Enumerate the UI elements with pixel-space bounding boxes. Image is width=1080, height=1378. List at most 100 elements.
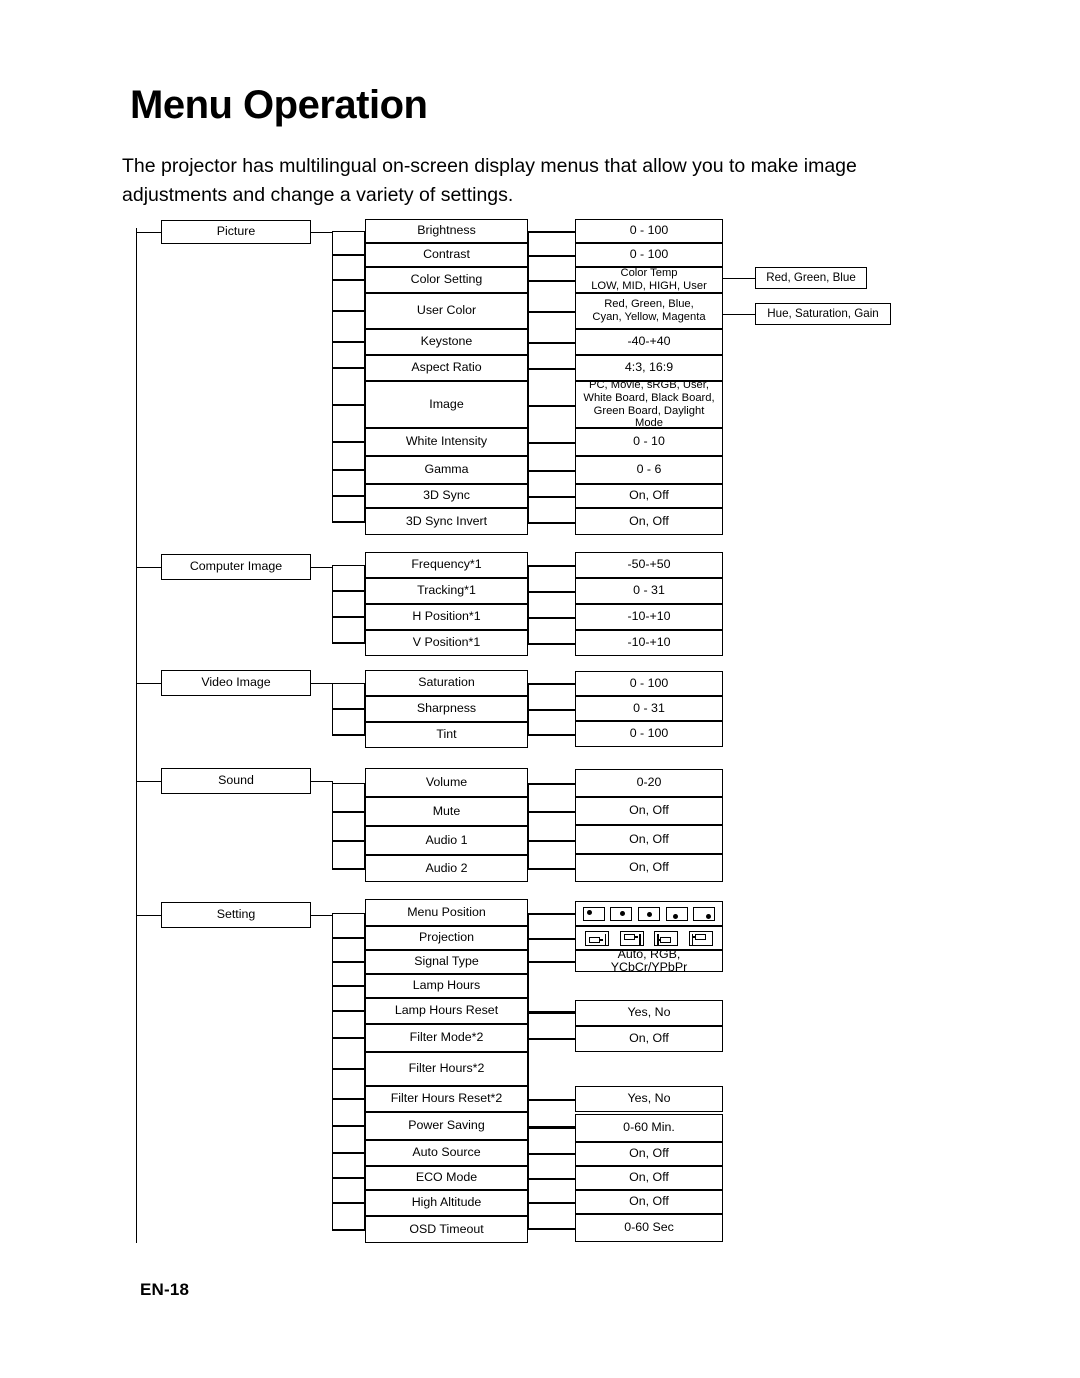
bracket-spine-2 bbox=[528, 565, 529, 643]
item-box-auto-source: Auto Source bbox=[365, 1140, 528, 1166]
bracket-cell bbox=[332, 368, 365, 405]
box-label: 3D Sync bbox=[423, 488, 470, 503]
box-label: 0-60 Min. bbox=[623, 1120, 675, 1135]
bracket-cell bbox=[332, 231, 365, 255]
bracket-cell bbox=[332, 811, 365, 841]
projection-rear-table-icon bbox=[654, 930, 679, 946]
box-label: White Intensity bbox=[405, 434, 488, 449]
value-box-keystone: -40-+40 bbox=[575, 329, 723, 355]
connector-l1-out bbox=[311, 781, 332, 782]
box-label: PC, Movie, sRGB, User, White Board, Black… bbox=[583, 379, 715, 430]
item-box-gamma: Gamma bbox=[365, 456, 528, 484]
value-box-volume: 0-20 bbox=[575, 769, 723, 797]
sub-value-box-color-setting: Red, Green, Blue bbox=[755, 267, 867, 289]
box-label: Computer Image bbox=[189, 559, 283, 574]
box-label: Aspect Ratio bbox=[411, 360, 482, 375]
bracket-cell bbox=[528, 255, 575, 257]
bracket-cell bbox=[332, 591, 365, 617]
item-box-3d-sync-invert: 3D Sync Invert bbox=[365, 508, 528, 535]
box-label: Sharpness bbox=[416, 701, 477, 716]
value-box-lamp-hours-reset: Yes, No bbox=[575, 1000, 723, 1026]
projection-screen-icon bbox=[639, 933, 641, 945]
box-label: On, Off bbox=[629, 803, 669, 818]
connector-trunk-to-computer-image bbox=[136, 567, 161, 568]
position-dot-icon bbox=[672, 913, 678, 919]
value-box-contrast: 0 - 100 bbox=[575, 243, 723, 267]
value-box-auto-source: On, Off bbox=[575, 1142, 723, 1166]
bracket-cell bbox=[528, 1126, 575, 1128]
bracket-cell bbox=[332, 404, 365, 442]
menu-box-video-image: Video Image bbox=[161, 670, 311, 696]
box-label: 0 - 100 bbox=[629, 247, 669, 262]
item-box-saturation: Saturation bbox=[365, 670, 528, 696]
value-box-mute: On, Off bbox=[575, 797, 723, 825]
bracket-cell bbox=[332, 1099, 365, 1126]
box-label: 0-60 Sec bbox=[624, 1220, 674, 1235]
menu-position-icons bbox=[575, 901, 723, 926]
bracket-cell bbox=[332, 1069, 365, 1099]
item-box-filter-hours-reset-2: Filter Hours Reset*2 bbox=[365, 1086, 528, 1112]
bracket-cell bbox=[528, 1099, 575, 1101]
box-label: On, Off bbox=[629, 513, 669, 528]
item-box-signal-type: Signal Type bbox=[365, 950, 528, 974]
value-box-color-setting: Color Temp LOW, MID, HIGH, User bbox=[575, 267, 723, 293]
position-dot-icon bbox=[647, 912, 653, 917]
box-label: Lamp Hours Reset bbox=[394, 1003, 499, 1018]
projector-lens-icon bbox=[634, 935, 638, 938]
box-label: Mute bbox=[432, 803, 461, 818]
box-label: Yes, No bbox=[627, 1005, 671, 1020]
box-label: Menu Position bbox=[407, 904, 486, 919]
connector-l1-out bbox=[311, 567, 332, 568]
item-box-eco-mode: ECO Mode bbox=[365, 1166, 528, 1190]
connector-to-sub-value bbox=[723, 314, 755, 315]
bracket-cell bbox=[528, 1153, 575, 1155]
bracket-spine-2 bbox=[528, 231, 529, 522]
bracket-cell bbox=[332, 280, 365, 311]
projection-rear-ceiling-icon bbox=[688, 930, 713, 946]
bracket-cell bbox=[332, 938, 365, 962]
item-box-v-position-1: V Position*1 bbox=[365, 630, 528, 656]
menu-position-2-icon bbox=[610, 906, 633, 921]
bracket-cell bbox=[528, 782, 575, 785]
position-dot-icon bbox=[706, 913, 712, 919]
bracket-cell bbox=[332, 709, 365, 735]
diagram-trunk bbox=[136, 228, 137, 1243]
value-box-signal-type: Auto, RGB, YCbCr/YPbPr bbox=[575, 947, 723, 974]
box-label: -10-+10 bbox=[627, 609, 671, 624]
box-label: H Position*1 bbox=[412, 609, 481, 624]
bracket-cell bbox=[528, 868, 575, 870]
box-label: Frequency*1 bbox=[411, 557, 482, 572]
box-label: ECO Mode bbox=[415, 1170, 478, 1185]
value-box-power-saving: 0-60 Min. bbox=[575, 1114, 723, 1142]
projection-front-ceiling-icon bbox=[619, 930, 644, 946]
bracket-cell bbox=[332, 470, 365, 496]
value-box-v-position-1: -10-+10 bbox=[575, 630, 723, 656]
bracket-cell bbox=[332, 342, 365, 368]
item-box-tracking-1: Tracking*1 bbox=[365, 578, 528, 604]
connector-to-sub-value bbox=[723, 278, 755, 279]
box-label: On, Off bbox=[629, 1170, 669, 1185]
item-box-white-intensity: White Intensity bbox=[365, 428, 528, 456]
value-box-audio-1: On, Off bbox=[575, 825, 723, 854]
value-box-sharpness: 0 - 31 bbox=[575, 696, 723, 721]
item-box-filter-mode-2: Filter Mode*2 bbox=[365, 1024, 528, 1052]
connector-to-item bbox=[332, 735, 365, 736]
item-box-contrast: Contrast bbox=[365, 243, 528, 267]
box-label: Audio 1 bbox=[425, 832, 468, 847]
item-box-h-position-1: H Position*1 bbox=[365, 604, 528, 630]
bracket-cell bbox=[528, 368, 575, 370]
item-box-color-setting: Color Setting bbox=[365, 267, 528, 293]
bracket-cell bbox=[528, 708, 575, 711]
page-footer: EN-18 bbox=[140, 1280, 190, 1299]
value-box-3d-sync: On, Off bbox=[575, 484, 723, 508]
bracket-cell bbox=[528, 734, 575, 736]
item-box-image: Image bbox=[365, 381, 528, 428]
connector-to-item bbox=[332, 1229, 365, 1231]
box-label: Power Saving bbox=[408, 1118, 485, 1133]
value-box-high-altitude: On, Off bbox=[575, 1190, 723, 1214]
projector-body-icon bbox=[694, 933, 706, 940]
bracket-cell bbox=[332, 442, 365, 470]
menu-box-computer-image: Computer Image bbox=[161, 554, 311, 580]
connector-to-value bbox=[528, 1013, 575, 1014]
menu-position-1-icon bbox=[582, 906, 605, 921]
